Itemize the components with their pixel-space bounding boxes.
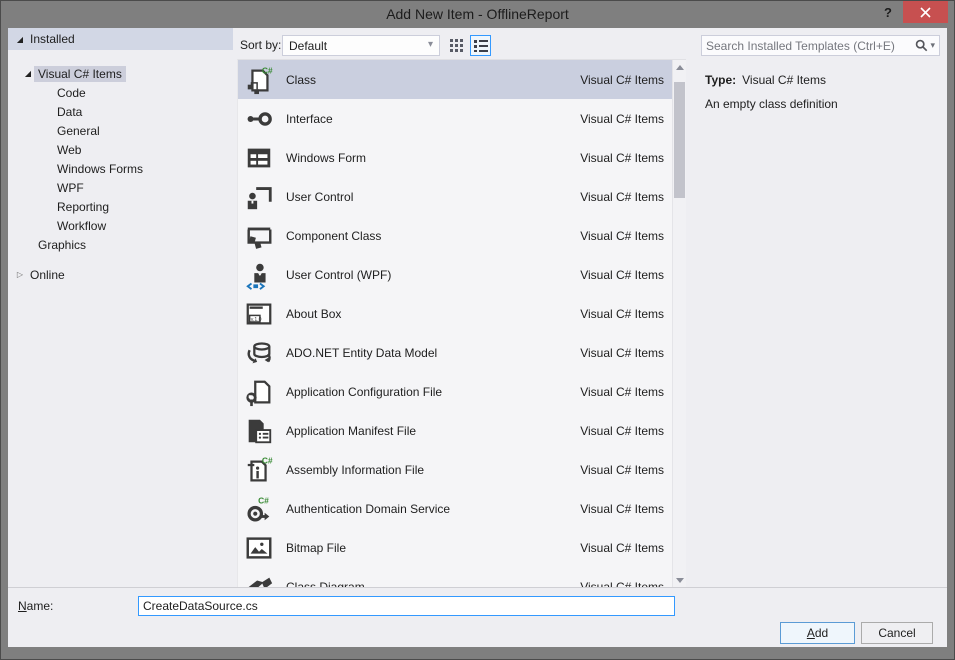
sidebar-item-windows-forms[interactable]: Windows Forms	[8, 159, 233, 178]
help-button[interactable]: ?	[884, 5, 892, 20]
item-category: Visual C# Items	[580, 541, 664, 555]
name-input[interactable]	[138, 596, 675, 616]
template-list-panel: C# Class Visual C# Items Interface Visua…	[237, 59, 686, 588]
item-category: Visual C# Items	[580, 346, 664, 360]
title-bar[interactable]: Add New Item - OfflineReport ?	[1, 1, 954, 28]
item-category: Visual C# Items	[580, 385, 664, 399]
sidebar-item-general[interactable]: General	[8, 121, 233, 140]
template-item-user-control[interactable]: User Control Visual C# Items	[238, 177, 672, 216]
item-category: Visual C# Items	[580, 268, 664, 282]
template-item-bitmap-file[interactable]: Bitmap File Visual C# Items	[238, 528, 672, 567]
template-item-class[interactable]: C# Class Visual C# Items	[238, 60, 672, 99]
template-type-line: Type: Visual C# Items	[705, 73, 826, 87]
sidebar-item-reporting[interactable]: Reporting	[8, 197, 233, 216]
search-icon	[915, 39, 928, 52]
scroll-up-icon[interactable]	[676, 65, 684, 70]
template-description: An empty class definition	[705, 97, 838, 111]
user-control-wpf-icon	[244, 260, 276, 290]
close-icon	[920, 7, 931, 18]
expander-icon: ▷	[14, 270, 26, 279]
template-item-about-box[interactable]: v.1.0 About Box Visual C# Items	[238, 294, 672, 333]
list-scrollbar[interactable]	[672, 60, 686, 588]
item-category: Visual C# Items	[580, 73, 664, 87]
item-category: Visual C# Items	[580, 307, 664, 321]
sidebar-item-visual-c-items[interactable]: ◢ Visual C# Items	[8, 64, 233, 83]
svg-text:C#: C#	[262, 455, 273, 465]
template-item-ado-net-entity-data-model[interactable]: ADO.NET Entity Data Model Visual C# Item…	[238, 333, 672, 372]
name-label: Name:	[18, 599, 53, 613]
details-panel: ▾ Type:Visual C# Items An empty class de…	[694, 59, 947, 588]
item-category: Visual C# Items	[580, 151, 664, 165]
item-category: Visual C# Items	[580, 229, 664, 243]
app-config-icon	[244, 377, 276, 407]
template-item-component-class[interactable]: Component Class Visual C# Items	[238, 216, 672, 255]
template-item-assembly-information-file[interactable]: C# Assembly Information File Visual C# I…	[238, 450, 672, 489]
ado-net-entity-icon	[244, 338, 276, 368]
add-button[interactable]: Add	[780, 622, 855, 644]
assembly-info-icon: C#	[244, 455, 276, 485]
sidebar-item-web[interactable]: Web	[8, 140, 233, 159]
template-list: C# Class Visual C# Items Interface Visua…	[238, 60, 672, 588]
type-label: Type:	[705, 73, 736, 87]
item-category: Visual C# Items	[580, 112, 664, 126]
template-item-class-diagram[interactable]: Class Diagram Visual C# Items	[238, 567, 672, 588]
sidebar-item-graphics[interactable]: Graphics	[8, 235, 233, 254]
medium-icons-icon	[450, 39, 463, 52]
template-item-interface[interactable]: Interface Visual C# Items	[238, 99, 672, 138]
template-item-windows-form[interactable]: Windows Form Visual C# Items	[238, 138, 672, 177]
sidebar-item-workflow[interactable]: Workflow	[8, 216, 233, 235]
list-view-icon	[474, 40, 488, 52]
dialog-title: Add New Item - OfflineReport	[1, 6, 954, 22]
category-tree: ◢ Installed ◢ Visual C# Items Code Data …	[8, 28, 233, 588]
sort-by-dropdown[interactable]: Default ▾	[282, 35, 440, 56]
sort-by-value: Default	[289, 39, 327, 53]
type-value: Visual C# Items	[742, 73, 826, 87]
app-manifest-icon	[244, 416, 276, 446]
scroll-down-icon[interactable]	[676, 578, 684, 583]
component-class-icon	[244, 221, 276, 251]
template-item-application-configuration-file[interactable]: Application Configuration File Visual C#…	[238, 372, 672, 411]
class-diagram-icon	[244, 572, 276, 589]
sidebar-item-code[interactable]: Code	[8, 83, 233, 102]
windows-form-icon	[244, 143, 276, 173]
dialog-body: ◢ Installed ◢ Visual C# Items Code Data …	[8, 28, 947, 647]
expander-icon: ◢	[14, 35, 26, 44]
footer-bar: Name: Add Cancel	[8, 587, 947, 647]
interface-icon	[244, 104, 276, 134]
close-button[interactable]	[903, 1, 948, 23]
item-category: Visual C# Items	[580, 190, 664, 204]
item-category: Visual C# Items	[580, 424, 664, 438]
list-view-button[interactable]	[470, 35, 491, 56]
template-item-authentication-domain-service[interactable]: C# Authentication Domain Service Visual …	[238, 489, 672, 528]
expander-icon: ◢	[22, 69, 34, 78]
item-category: Visual C# Items	[580, 502, 664, 516]
sidebar-item-installed[interactable]: ◢ Installed	[8, 28, 233, 50]
sort-by-label: Sort by:	[240, 38, 281, 52]
sidebar-item-wpf[interactable]: WPF	[8, 178, 233, 197]
add-new-item-dialog: Add New Item - OfflineReport ? ◢ Install…	[0, 0, 955, 660]
chevron-down-icon: ▾	[428, 39, 433, 50]
search-options-icon[interactable]: ▾	[930, 40, 935, 51]
svg-text:C#: C#	[258, 495, 269, 505]
svg-text:C#: C#	[262, 65, 273, 75]
sidebar-item-data[interactable]: Data	[8, 102, 233, 121]
template-item-user-control-wpf[interactable]: User Control (WPF) Visual C# Items	[238, 255, 672, 294]
scrollbar-thumb[interactable]	[674, 82, 685, 198]
auth-domain-service-icon: C#	[244, 494, 276, 524]
bitmap-file-icon	[244, 533, 276, 563]
item-category: Visual C# Items	[580, 463, 664, 477]
user-control-icon	[244, 182, 276, 212]
medium-icons-view-button[interactable]	[446, 35, 467, 56]
class-icon: C#	[244, 65, 276, 95]
search-input[interactable]	[702, 39, 915, 53]
template-item-application-manifest-file[interactable]: Application Manifest File Visual C# Item…	[238, 411, 672, 450]
svg-text:v.1.0: v.1.0	[251, 316, 262, 322]
about-box-icon: v.1.0	[244, 299, 276, 329]
cancel-button[interactable]: Cancel	[861, 622, 933, 644]
sidebar-item-online[interactable]: ▷ Online	[8, 265, 233, 284]
search-box[interactable]: ▾	[701, 35, 940, 56]
